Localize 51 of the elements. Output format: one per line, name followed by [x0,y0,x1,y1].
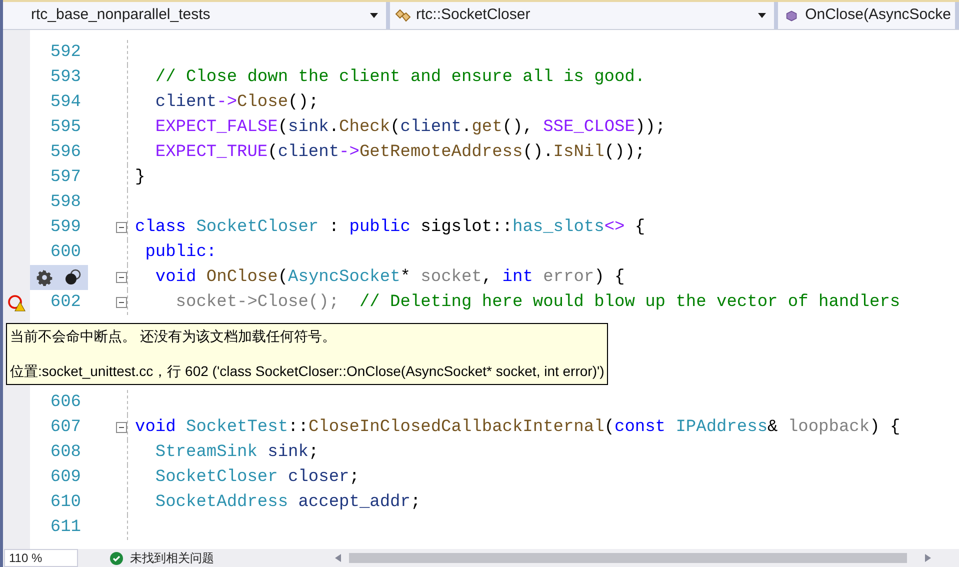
project-dropdown[interactable]: rtc_base_nonparallel_tests [3,2,390,29]
line-number: 600 [50,242,81,264]
line-number: 594 [50,92,81,114]
line-number: 606 [50,392,81,414]
code-line: SocketAddress accept_addr; [154,492,421,514]
collapse-icon[interactable] [116,422,127,433]
code-line: } [135,166,146,189]
tooltip-text: 当前不会命中断点。 还没有为该文档加载任何符号。 [10,327,337,346]
tooltip-text: 位置:socket_unittest.cc，行 602 ('class SocketCloser::OnClose(AsyncSocket* socket, int error)') [10,362,604,381]
scroll-right-icon[interactable] [925,554,931,562]
class-icon [394,6,412,24]
line-number: 592 [50,42,81,64]
line-number: 598 [50,192,81,214]
code-line: StreamSink sink; [154,442,319,464]
code-line: SocketCloser closer; [154,466,360,489]
line-number: 596 [50,142,81,164]
check-icon [110,552,123,564]
code-line: client->Close(); [154,92,319,114]
collapse-icon[interactable] [116,297,127,308]
line-number: 608 [50,442,81,464]
code-line: // Close down the client and ensure all is good. [154,66,646,89]
dropdown-caret-icon [758,13,766,18]
code-line: public: [144,242,217,264]
code-line: EXPECT_FALSE(sink.Check(client.get(), SSE_CLOSE)); [154,116,666,139]
code-line: void OnClose(AsyncSocket* socket, int error) { [154,266,625,289]
class-dropdown[interactable]: rtc::SocketCloser [390,2,778,29]
member-dropdown[interactable]: OnClose(AsyncSocke [778,2,959,29]
breakpoint-warning-icon[interactable] [6,294,26,312]
line-number: 610 [50,492,81,514]
scroll-left-icon[interactable] [335,554,341,562]
zoom-level[interactable]: 110 % [4,549,78,567]
horizontal-scrollbar[interactable] [349,553,907,563]
line-number: 599 [50,216,81,239]
line-number: 609 [50,466,81,489]
issues-status[interactable]: 未找到相关问题 [130,549,214,567]
cube-icon [786,8,798,22]
code-line: socket->Close(); // Deleting here would blow up the vector of handlers [174,292,900,314]
line-number: 597 [50,166,81,189]
line-number: 611 [50,516,81,539]
line-number: 593 [50,66,81,89]
code-line: void SocketTest::CloseInClosedCallbackInternal(const IPAddress& loopback) { [135,416,900,439]
collapse-icon[interactable] [116,272,127,283]
code-line: EXPECT_TRUE(client->GetRemoteAddress().IsNil()); [154,142,646,164]
dropdown-caret-icon [370,13,378,18]
line-number: 607 [50,416,81,439]
settings-icon[interactable] [36,269,53,286]
code-line: class SocketCloser : public sigslot::has_slots<> { [135,216,646,239]
collapse-icon[interactable] [116,222,127,233]
breakpoint-toggle-icon[interactable] [64,269,82,286]
line-number: 602 [50,292,81,314]
line-number: 595 [50,116,81,139]
